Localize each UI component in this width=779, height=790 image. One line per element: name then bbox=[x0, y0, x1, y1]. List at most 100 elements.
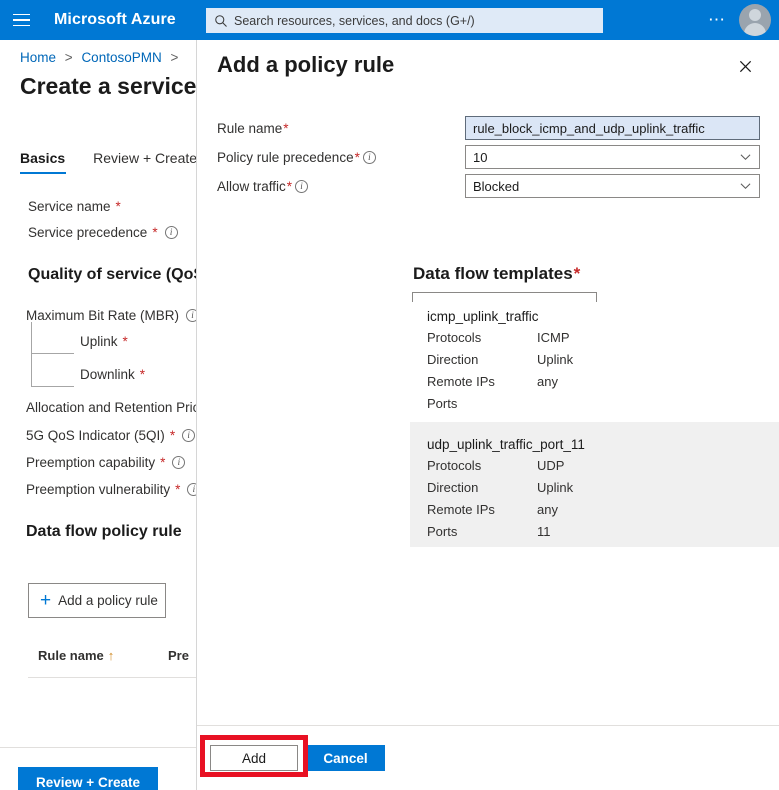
field-mbr-label: Maximum Bit Rate (MBR) bbox=[26, 308, 180, 323]
breadcrumb: Home > ContosoPMN > bbox=[20, 50, 183, 65]
chevron-down-icon bbox=[740, 183, 751, 190]
add-policy-rule-button[interactable]: + Add a policy rule bbox=[28, 583, 166, 618]
field-service-precedence: Service precedence * i bbox=[28, 225, 178, 240]
grid-column-precedence-label: Pre bbox=[168, 648, 189, 663]
template-direction-key: Direction bbox=[427, 352, 479, 367]
data-flow-templates-heading: Data flow templates* bbox=[413, 264, 580, 284]
review-create-button[interactable]: Review + Create bbox=[18, 767, 158, 790]
field-5qi-required: * bbox=[169, 428, 176, 443]
template-ports-key: Ports bbox=[427, 396, 458, 411]
page-title: Create a service bbox=[20, 73, 197, 99]
global-search-placeholder: Search resources, services, and docs (G+… bbox=[234, 13, 475, 28]
field-arp-label: Allocation and Retention Prio bbox=[26, 400, 201, 415]
data-flow-template-card[interactable]: icmp_uplink_traffic Protocols ICMP Direc… bbox=[410, 302, 779, 412]
field-preemption-capability-label: Preemption capability bbox=[26, 455, 156, 470]
template-remote-ips-key: Remote IPs bbox=[427, 502, 495, 517]
info-icon[interactable]: i bbox=[164, 226, 178, 239]
policy-precedence-value: 10 bbox=[473, 149, 488, 165]
field-preemption-vulnerability-label: Preemption vulnerability bbox=[26, 482, 171, 497]
template-remote-ips-value: any bbox=[537, 374, 558, 389]
template-direction-value: Uplink bbox=[537, 352, 574, 367]
info-icon[interactable]: i bbox=[172, 456, 186, 469]
template-remote-ips-value: any bbox=[537, 502, 558, 517]
avatar-body bbox=[744, 23, 766, 36]
field-downlink: Downlink * bbox=[80, 367, 145, 382]
template-remote-ips-key: Remote IPs bbox=[427, 374, 495, 389]
grid-column-precedence[interactable]: Pre bbox=[168, 648, 189, 663]
field-5qi: 5G QoS Indicator (5QI) * i bbox=[26, 428, 196, 443]
policy-precedence-label-group: Policy rule precedence * i bbox=[217, 150, 376, 165]
breadcrumb-contosopmn[interactable]: ContosoPMN bbox=[81, 50, 161, 65]
global-search-input[interactable]: Search resources, services, and docs (G+… bbox=[206, 8, 603, 33]
breadcrumb-home[interactable]: Home bbox=[20, 50, 56, 65]
tree-line-vertical-2 bbox=[31, 353, 32, 386]
info-icon[interactable]: i bbox=[295, 180, 309, 193]
grid-column-rule-name-label: Rule name bbox=[38, 648, 104, 663]
policy-precedence-label: Policy rule precedence bbox=[217, 150, 354, 165]
field-downlink-label: Downlink bbox=[80, 367, 135, 382]
template-protocols-value: ICMP bbox=[537, 330, 570, 345]
allow-traffic-select[interactable]: Blocked bbox=[465, 174, 760, 198]
rule-name-input[interactable]: rule_block_icmp_and_udp_uplink_traffic bbox=[465, 116, 760, 140]
field-service-name-label: Service name bbox=[28, 199, 111, 214]
template-protocols-key: Protocols bbox=[427, 458, 482, 473]
azure-global-header: Microsoft Azure Search resources, servic… bbox=[0, 0, 779, 40]
blade-title: Add a policy rule bbox=[217, 52, 395, 77]
template-protocols-key: Protocols bbox=[427, 330, 482, 345]
field-arp: Allocation and Retention Prio bbox=[26, 400, 200, 415]
page-tabs: Basics Review + Create bbox=[20, 150, 197, 174]
data-flow-template-card[interactable]: udp_uplink_traffic_port_11 Protocols UDP… bbox=[410, 422, 779, 547]
rule-name-label: Rule name bbox=[217, 121, 283, 136]
allow-traffic-label: Allow traffic bbox=[217, 179, 286, 194]
template-ports-key: Ports bbox=[427, 524, 458, 539]
user-avatar[interactable] bbox=[739, 4, 771, 36]
field-service-name-required: * bbox=[115, 199, 121, 214]
header-more-icon[interactable]: ⋯ bbox=[708, 0, 727, 40]
info-icon[interactable]: i bbox=[182, 429, 196, 442]
blade-footer-divider bbox=[197, 725, 779, 726]
field-service-name: Service name * bbox=[28, 199, 121, 214]
field-preemption-capability: Preemption capability * i bbox=[26, 455, 186, 470]
field-downlink-required: * bbox=[139, 367, 146, 382]
allow-traffic-label-group: Allow traffic * i bbox=[217, 179, 309, 194]
breadcrumb-sep-2: > bbox=[170, 50, 179, 65]
field-preemption-vulnerability-required: * bbox=[175, 482, 181, 497]
tab-review-create[interactable]: Review + Create bbox=[93, 150, 197, 174]
search-icon bbox=[215, 14, 227, 27]
template-protocols-value: UDP bbox=[537, 458, 565, 473]
policy-precedence-required: * bbox=[354, 150, 360, 165]
page-footer-divider bbox=[0, 747, 196, 748]
field-service-precedence-label: Service precedence bbox=[28, 225, 148, 240]
allow-traffic-required: * bbox=[286, 179, 293, 194]
tab-basics[interactable]: Basics bbox=[20, 150, 67, 174]
add-policy-rule-label: Add a policy rule bbox=[58, 593, 158, 608]
policy-precedence-select[interactable]: 10 bbox=[465, 145, 760, 169]
grid-column-rule-name[interactable]: Rule name ↑ bbox=[38, 648, 114, 663]
field-service-precedence-required: * bbox=[152, 225, 158, 240]
template-direction-key: Direction bbox=[427, 480, 479, 495]
field-uplink: Uplink * bbox=[80, 334, 128, 349]
info-icon[interactable]: i bbox=[362, 151, 376, 164]
field-preemption-vulnerability: Preemption vulnerability * i bbox=[26, 482, 201, 497]
cancel-button[interactable]: Cancel bbox=[306, 745, 385, 771]
rule-name-value: rule_block_icmp_and_udp_uplink_traffic bbox=[473, 120, 705, 136]
policy-section-heading: Data flow policy rule bbox=[26, 523, 182, 540]
allow-traffic-value: Blocked bbox=[473, 178, 520, 194]
plus-icon: + bbox=[40, 590, 52, 611]
azure-brand-label[interactable]: Microsoft Azure bbox=[54, 11, 176, 29]
tree-line-horizontal-1 bbox=[31, 353, 74, 354]
add-button[interactable]: Add bbox=[210, 745, 298, 771]
field-mbr: Maximum Bit Rate (MBR) i bbox=[26, 308, 200, 323]
grid-header-divider bbox=[28, 677, 196, 678]
rule-name-label-group: Rule name * bbox=[217, 121, 289, 136]
hamburger-menu-icon[interactable] bbox=[0, 0, 42, 40]
close-icon[interactable] bbox=[733, 54, 757, 78]
screen-root: Microsoft Azure Search resources, servic… bbox=[0, 0, 779, 790]
template-name: udp_uplink_traffic_port_11 bbox=[427, 437, 585, 452]
template-name: icmp_uplink_traffic bbox=[427, 309, 539, 324]
chevron-down-icon bbox=[740, 154, 751, 161]
tree-line-vertical-1 bbox=[31, 322, 32, 353]
field-preemption-capability-required: * bbox=[160, 455, 166, 470]
breadcrumb-sep-1: > bbox=[64, 50, 73, 65]
add-policy-rule-blade: Add a policy rule Rule name * rule_block… bbox=[196, 40, 779, 790]
